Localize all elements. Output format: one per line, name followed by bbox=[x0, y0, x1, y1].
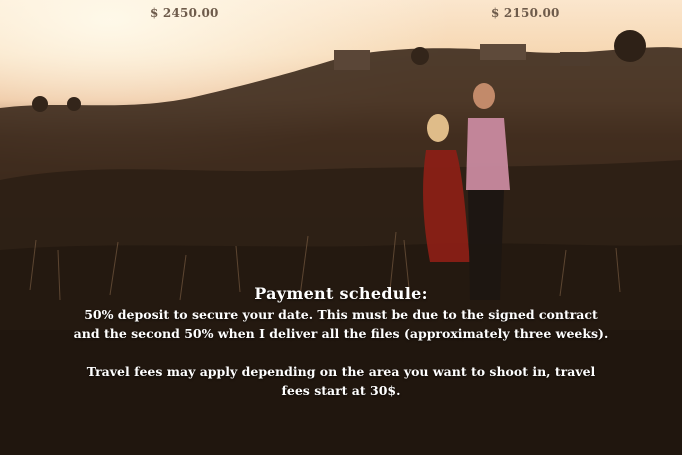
payment-schedule-title: Payment schedule: bbox=[254, 284, 428, 303]
background-photo: $ 2450.00 $ 2150.00 Payment schedule: 50… bbox=[0, 0, 682, 455]
package-price-left: $ 2450.00 bbox=[150, 6, 219, 20]
payment-info: Payment schedule: 50% deposit to secure … bbox=[72, 284, 610, 400]
payment-schedule-text: 50% deposit to secure your date. This mu… bbox=[73, 307, 609, 341]
package-price-right: $ 2150.00 bbox=[491, 6, 560, 20]
travel-fees-text: Travel fees may apply depending on the a… bbox=[86, 364, 596, 398]
